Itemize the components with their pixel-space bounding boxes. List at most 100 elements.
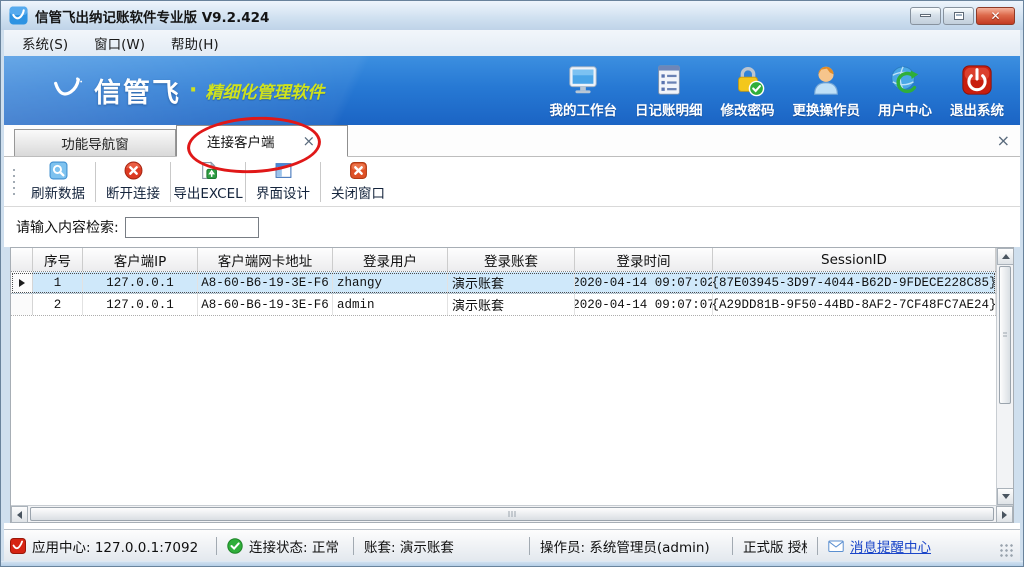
action-label: 退出系统 <box>950 99 1004 119</box>
arrow-up-icon <box>1002 254 1010 259</box>
scroll-right-button[interactable] <box>996 506 1013 523</box>
vertical-scroll-track[interactable] <box>997 405 1013 488</box>
column-header[interactable]: 登录时间 <box>575 248 713 271</box>
tab-label: 连接客户端 <box>207 131 275 151</box>
toolbar-separator <box>320 162 321 202</box>
toolbar-separator <box>95 162 96 202</box>
status-message-center: 消息提醒中心 <box>828 536 996 556</box>
vertical-scroll-thumb[interactable] <box>999 266 1011 404</box>
status-connection: 连接状态: 正常 <box>227 536 343 556</box>
toolbar-label: 关闭窗口 <box>331 182 385 202</box>
status-separator <box>216 537 217 555</box>
table-cell: 127.0.0.1 <box>83 294 198 315</box>
toolbar-grip[interactable] <box>10 165 18 199</box>
action-exit-system[interactable]: 退出系统 <box>946 61 1008 121</box>
toolbar-label: 界面设计 <box>256 182 310 202</box>
status-bar: 应用中心: 127.0.0.1:7092 连接状态: 正常 账套: 演示账套 操… <box>4 529 1020 561</box>
message-center-link[interactable]: 消息提醒中心 <box>850 536 931 556</box>
journal-icon <box>652 63 686 97</box>
horizontal-scroll-thumb[interactable] <box>30 507 994 521</box>
table-cell: {87E03945-3D97-4044-B62D-9FDECE228C85} <box>713 272 996 293</box>
close-window-icon <box>349 161 368 180</box>
action-label: 日记账明细 <box>635 99 703 119</box>
tab-close-icon[interactable]: × <box>300 134 317 149</box>
scroll-up-button[interactable] <box>997 248 1013 265</box>
table-header: 序号客户端IP客户端网卡地址登录用户登录账套登录时间SessionID <box>11 248 996 272</box>
brand-logo: 信管飞 · 精细化管理软件 <box>50 71 324 110</box>
switch-operator-icon <box>809 63 843 97</box>
search-input[interactable] <box>125 217 259 238</box>
tab-strip: 功能导航窗 连接客户端 × × <box>4 125 1020 157</box>
column-header[interactable]: 登录账套 <box>448 248 575 271</box>
export-excel-button[interactable]: 导出EXCEL <box>172 160 244 204</box>
action-label: 更换操作员 <box>793 99 861 119</box>
exit-system-icon <box>960 63 994 97</box>
arrow-left-icon <box>17 511 22 519</box>
refresh-data-icon <box>49 161 68 180</box>
action-change-password[interactable]: 修改密码 <box>717 61 779 121</box>
tab-label: 功能导航窗 <box>61 133 129 153</box>
minimize-button[interactable] <box>910 7 941 25</box>
app-center-text: 应用中心: 127.0.0.1:7092 <box>32 536 198 556</box>
column-header[interactable]: 序号 <box>33 248 83 271</box>
client-table: 序号客户端IP客户端网卡地址登录用户登录账套登录时间SessionID 1127… <box>10 247 1014 523</box>
column-header[interactable]: 客户端网卡地址 <box>198 248 333 271</box>
table-empty-area <box>11 316 996 505</box>
tab-function-nav[interactable]: 功能导航窗 <box>14 129 176 156</box>
column-header[interactable]: 登录用户 <box>333 248 448 271</box>
horizontal-scrollbar[interactable] <box>11 505 1013 522</box>
scroll-down-button[interactable] <box>997 488 1013 505</box>
status-app-center: 应用中心: 127.0.0.1:7092 <box>10 536 206 556</box>
status-operator: 操作员: 系统管理员(admin) <box>540 536 722 556</box>
action-journal-detail[interactable]: 日记账明细 <box>631 61 707 121</box>
status-separator <box>353 537 354 555</box>
action-label: 修改密码 <box>721 99 775 119</box>
app-logo-icon <box>9 6 28 25</box>
table-row[interactable]: 2127.0.0.1A8-60-B6-19-3E-F6admin演示账套2020… <box>11 294 996 316</box>
brand-name: 信管飞 <box>94 71 181 110</box>
toolbar-separator <box>245 162 246 202</box>
status-separator <box>817 537 818 555</box>
disconnect-icon <box>124 161 143 180</box>
menu-help[interactable]: 帮助(H) <box>159 30 231 56</box>
toolbar-label: 导出EXCEL <box>173 182 242 202</box>
table-cell: 2020-04-14 09:07:07 <box>575 294 713 315</box>
maximize-button[interactable] <box>943 7 974 25</box>
table-row[interactable]: 1127.0.0.1A8-60-B6-19-3E-F6zhangy演示账套202… <box>11 272 996 294</box>
column-header[interactable]: SessionID <box>713 248 996 271</box>
brand-slogan: 精细化管理软件 <box>205 78 324 103</box>
status-separator <box>529 537 530 555</box>
status-license: 正式版 授权 <box>743 536 807 556</box>
action-my-workbench[interactable]: 我的工作台 <box>546 61 622 121</box>
menu-system[interactable]: 系统(S) <box>10 30 80 56</box>
window-frame-bottom <box>1 561 1023 566</box>
table-body: 1127.0.0.1A8-60-B6-19-3E-F6zhangy演示账套202… <box>11 272 996 316</box>
menu-window[interactable]: 窗口(W) <box>82 30 157 56</box>
disconnect-button[interactable]: 断开连接 <box>97 160 169 204</box>
action-switch-operator[interactable]: 更换操作员 <box>789 61 865 121</box>
resize-grip-icon[interactable] <box>1000 544 1014 558</box>
table-cell: 127.0.0.1 <box>83 272 198 293</box>
search-row: 请输入内容检索: <box>4 207 1020 247</box>
vertical-scrollbar[interactable] <box>996 248 1013 505</box>
brand-glyph-icon <box>50 74 84 108</box>
close-window-button[interactable]: 关闭窗口 <box>322 160 394 204</box>
close-button[interactable]: ✕ <box>976 7 1015 25</box>
operator-text: 操作员: 系统管理员(admin) <box>540 536 710 556</box>
column-header[interactable]: 客户端IP <box>83 248 198 271</box>
current-row-arrow-icon <box>19 279 25 287</box>
tab-connected-clients[interactable]: 连接客户端 × <box>176 125 348 157</box>
refresh-data-button[interactable]: 刷新数据 <box>22 160 94 204</box>
row-selector-cell <box>11 272 33 293</box>
brand-banner: 信管飞 · 精细化管理软件 我的工作台 <box>4 56 1020 125</box>
connection-text: 连接状态: 正常 <box>249 536 339 556</box>
row-selector-header <box>11 248 33 271</box>
scroll-left-button[interactable] <box>11 506 28 523</box>
ui-design-button[interactable]: 界面设计 <box>247 160 319 204</box>
connection-ok-icon <box>227 538 243 554</box>
panel-close-icon[interactable]: × <box>997 133 1010 149</box>
toolbar-label: 断开连接 <box>106 182 160 202</box>
action-user-center[interactable]: 用户中心 <box>874 61 936 121</box>
user-center-icon <box>888 63 922 97</box>
table-cell: 2 <box>33 294 83 315</box>
